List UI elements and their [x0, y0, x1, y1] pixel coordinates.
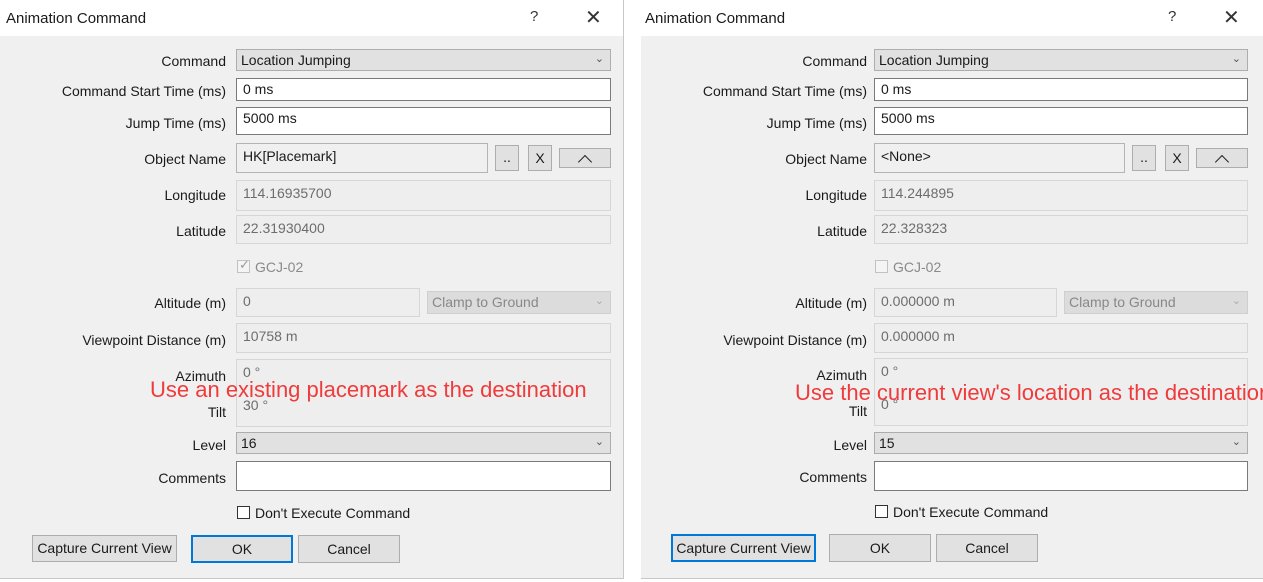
level-value: 16 [241, 435, 257, 451]
ok-button[interactable]: OK [191, 535, 293, 563]
altitude-mode-value: Clamp to Ground [432, 294, 539, 310]
chevron-down-icon: ⌄ [1231, 53, 1241, 65]
command-value: Location Jumping [879, 52, 989, 68]
title-bar: Animation Command ? ✕ [641, 0, 1263, 36]
help-button[interactable]: ? [530, 8, 538, 25]
checkmark-icon: ✓ [239, 257, 250, 272]
latitude-label: Latitude [176, 223, 226, 239]
longitude-label: Longitude [164, 187, 226, 203]
start-time-label: Command Start Time (ms) [702, 83, 867, 99]
jump-time-label: Jump Time (ms) [125, 115, 226, 131]
level-value: 15 [879, 435, 895, 451]
cancel-button[interactable]: Cancel [298, 535, 400, 563]
command-label: Command [802, 53, 867, 69]
chevron-up-icon [577, 154, 593, 170]
annotation-text: Use the current view's location as the d… [795, 380, 1263, 405]
jump-time-input[interactable]: 5000 ms [236, 107, 611, 135]
altitude-mode-combobox: Clamp to Ground ⌄ [1064, 291, 1248, 314]
comments-label: Comments [799, 469, 867, 485]
clear-object-button[interactable]: X [528, 145, 552, 171]
altitude-label: Altitude (m) [795, 295, 867, 311]
comments-label: Comments [158, 470, 226, 486]
title-bar: Animation Command ? ✕ [0, 0, 623, 36]
chevron-down-icon: ⌄ [594, 436, 604, 448]
start-time-input[interactable]: 0 ms [236, 78, 611, 101]
object-name-field: <None> [874, 143, 1125, 173]
viewpoint-distance-label: Viewpoint Distance (m) [723, 332, 867, 348]
command-combobox[interactable]: Location Jumping ⌄ [236, 49, 611, 71]
altitude-label: Altitude (m) [154, 295, 226, 311]
command-value: Location Jumping [241, 52, 351, 68]
capture-current-view-button[interactable]: Capture Current View [32, 535, 177, 562]
browse-object-button[interactable]: .. [495, 145, 519, 171]
clear-object-button[interactable]: X [1165, 145, 1189, 171]
jump-time-label: Jump Time (ms) [766, 115, 867, 131]
level-label: Level [192, 437, 226, 453]
latitude-label: Latitude [817, 223, 867, 239]
object-name-label: Object Name [785, 151, 867, 167]
level-combobox[interactable]: 15 ⌄ [874, 432, 1248, 454]
gcj02-label: GCJ-02 [255, 259, 304, 275]
browse-object-button[interactable]: .. [1132, 145, 1156, 171]
viewpoint-distance-label: Viewpoint Distance (m) [82, 332, 226, 348]
comments-input[interactable] [874, 461, 1248, 491]
command-label: Command [161, 53, 226, 69]
help-button[interactable]: ? [1168, 8, 1176, 25]
chevron-down-icon: ⌄ [594, 53, 604, 65]
start-time-label: Command Start Time (ms) [61, 83, 226, 99]
altitude-field: 0 [236, 288, 420, 317]
gcj02-label: GCJ-02 [893, 259, 942, 275]
latitude-field: 22.31930400 [236, 215, 611, 244]
jump-time-input[interactable]: 5000 ms [874, 107, 1248, 135]
comments-input[interactable] [236, 461, 611, 491]
dont-execute-checkbox[interactable] [237, 506, 250, 519]
chevron-down-icon: ⌄ [594, 295, 604, 307]
level-label: Level [833, 437, 867, 453]
gcj02-checkbox[interactable] [875, 260, 888, 273]
close-button[interactable]: ✕ [1223, 5, 1240, 30]
ok-button[interactable]: OK [829, 534, 931, 562]
longitude-field: 114.244895 [874, 180, 1248, 211]
altitude-field: 0.000000 m [874, 288, 1057, 317]
dont-execute-label: Don't Execute Command [255, 505, 411, 521]
azimuth-value: 0 ° [881, 363, 899, 379]
gcj02-checkbox[interactable]: ✓ [237, 257, 250, 273]
animation-command-dialog-placemark: Animation Command ? ✕ Command Location J… [0, 0, 624, 579]
longitude-field: 114.16935700 [236, 180, 611, 211]
animation-command-dialog-current-view: Animation Command ? ✕ Command Location J… [641, 0, 1263, 579]
altitude-mode-combobox: Clamp to Ground ⌄ [427, 291, 611, 314]
chevron-down-icon: ⌄ [1231, 436, 1241, 448]
close-button[interactable]: ✕ [585, 5, 602, 30]
annotation-text: Use an existing placemark as the destina… [150, 377, 587, 402]
chevron-down-icon: ⌄ [1231, 295, 1241, 307]
latitude-field: 22.328323 [874, 215, 1248, 244]
altitude-mode-value: Clamp to Ground [1069, 294, 1176, 310]
command-combobox[interactable]: Location Jumping ⌄ [874, 49, 1248, 71]
cancel-button[interactable]: Cancel [936, 534, 1038, 562]
object-name-label: Object Name [144, 151, 226, 167]
longitude-label: Longitude [805, 187, 867, 203]
dialog-title: Animation Command [6, 10, 147, 27]
collapse-button[interactable] [559, 148, 611, 170]
collapse-button[interactable] [1196, 148, 1248, 170]
dont-execute-checkbox[interactable] [875, 505, 888, 518]
dont-execute-label: Don't Execute Command [893, 504, 1049, 520]
chevron-up-icon [1214, 154, 1230, 170]
start-time-input[interactable]: 0 ms [874, 78, 1248, 101]
capture-current-view-button[interactable]: Capture Current View [671, 534, 816, 562]
viewpoint-distance-field: 0.000000 m [874, 323, 1248, 353]
object-name-field: HK[Placemark] [236, 143, 488, 173]
dialog-title: Animation Command [645, 10, 786, 27]
level-combobox[interactable]: 16 ⌄ [236, 432, 611, 454]
viewpoint-distance-field: 10758 m [236, 323, 611, 353]
tilt-label: Tilt [207, 404, 226, 420]
